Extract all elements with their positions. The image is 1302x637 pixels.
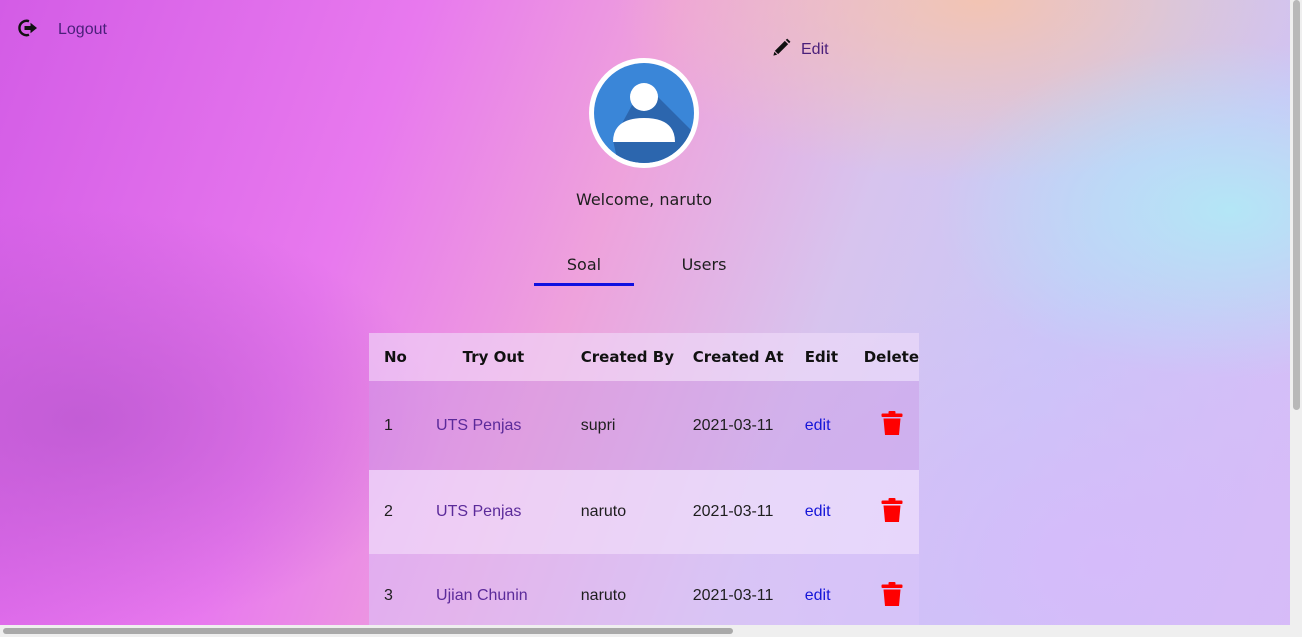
edit-profile-button[interactable]: Edit	[772, 38, 829, 61]
trash-icon[interactable]	[881, 497, 903, 523]
cell-no: 3	[384, 587, 393, 604]
column-header-created-at: Created At	[692, 348, 784, 366]
horizontal-scrollbar-thumb[interactable]	[3, 628, 733, 634]
cell-created-at: 2021-03-11	[692, 416, 774, 434]
page-background: Logout Edit Welcome, naruto Soal Users N…	[0, 0, 1290, 625]
logout-button[interactable]: Logout	[18, 18, 107, 42]
avatar	[589, 58, 699, 168]
cell-created-at: 2021-03-11	[692, 503, 774, 520]
cell-no: 1	[384, 416, 393, 434]
cell-edit: edit	[790, 470, 854, 554]
cell-try-out: UTS Penjas	[421, 470, 566, 554]
cell-try-out: Ujian Chunin	[421, 554, 566, 625]
tab-bar: Soal Users	[534, 250, 754, 286]
cell-created-by: naruto	[580, 503, 627, 520]
table-row: 3 Ujian Chunin naruto 2021-03-11 edit	[369, 554, 919, 625]
table-row: 2 UTS Penjas naruto 2021-03-11 edit	[369, 470, 919, 554]
column-header-delete: Delete	[863, 348, 919, 366]
column-header-try-out: Try Out	[462, 348, 525, 366]
cell-delete	[854, 381, 919, 470]
cell-edit: edit	[790, 554, 854, 625]
cell-delete	[854, 470, 919, 554]
trash-icon[interactable]	[881, 581, 903, 607]
tab-soal[interactable]: Soal	[534, 250, 634, 286]
logout-label: Logout	[58, 21, 107, 38]
cell-edit: edit	[790, 381, 854, 470]
trash-icon[interactable]	[881, 410, 903, 436]
column-header-no: No	[384, 348, 407, 366]
soal-table: No Try Out Created By Created At Edit De…	[369, 333, 919, 625]
table-row: 1 UTS Penjas supri 2021-03-11 edit	[369, 381, 919, 470]
vertical-scrollbar-thumb[interactable]	[1293, 0, 1300, 410]
try-out-link[interactable]: UTS Penjas	[436, 503, 521, 520]
try-out-link[interactable]: Ujian Chunin	[436, 587, 528, 604]
tab-users[interactable]: Users	[654, 250, 754, 286]
edit-link[interactable]: edit	[805, 503, 831, 520]
cell-no: 2	[384, 503, 393, 520]
user-avatar-icon	[594, 63, 694, 163]
edit-label: Edit	[801, 40, 829, 58]
cell-created-by: supri	[580, 416, 616, 434]
logout-icon	[18, 18, 38, 42]
column-header-created-by: Created By	[580, 348, 674, 366]
welcome-message: Welcome, naruto	[575, 190, 713, 209]
cell-created-by: naruto	[580, 587, 627, 604]
cell-delete	[854, 554, 919, 625]
edit-link[interactable]: edit	[805, 417, 831, 434]
edit-link[interactable]: edit	[805, 587, 831, 604]
pencil-icon	[772, 38, 791, 61]
column-header-edit: Edit	[804, 348, 839, 366]
table-header-row: No Try Out Created By Created At Edit De…	[369, 333, 919, 381]
cell-try-out: UTS Penjas	[421, 381, 566, 470]
try-out-link[interactable]: UTS Penjas	[436, 417, 521, 434]
cell-created-at: 2021-03-11	[692, 587, 774, 604]
